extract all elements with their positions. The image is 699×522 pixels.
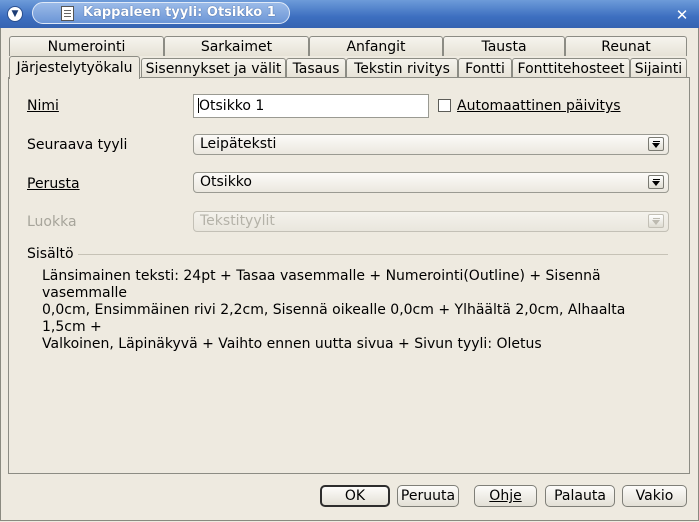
category-label: Luokka: [27, 214, 77, 230]
name-value: Otsikko 1: [199, 98, 265, 114]
based-on-select[interactable]: Otsikko: [193, 172, 669, 193]
next-style-label: Seuraava tyyli: [27, 137, 128, 153]
tab-fonttitehosteet[interactable]: Fonttitehosteet: [512, 58, 630, 78]
window-title: Kappaleen tyyli: Otsikko 1: [83, 5, 276, 20]
tab-jarjestelytyokalu[interactable]: Järjestelytyökalu: [9, 56, 140, 79]
auto-update-checkbox[interactable]: [438, 99, 451, 112]
title-bar: ▼ Kappaleen tyyli: Otsikko 1 ✕: [0, 0, 699, 28]
cancel-button[interactable]: Peruuta: [397, 485, 459, 507]
name-input[interactable]: Otsikko 1: [193, 94, 429, 118]
contents-heading: Sisältö: [27, 246, 74, 262]
ok-button[interactable]: OK: [320, 485, 390, 507]
close-icon[interactable]: ✕: [675, 8, 689, 23]
section-divider: [78, 254, 668, 255]
contents-line-1: Länsimainen teksti: 24pt + Tasaa vasemma…: [42, 268, 601, 301]
contents-line-2: 0,0cm, Ensimmäinen rivi 2,2cm, Sisennä o…: [42, 302, 626, 335]
tab-sisennykset-ja-valit[interactable]: Sisennykset ja välit: [141, 58, 286, 78]
dropdown-arrow-icon: [648, 214, 664, 228]
category-select: Tekstityylit: [193, 211, 669, 232]
tab-anfangit[interactable]: Anfangit: [309, 36, 443, 56]
dropdown-arrow-icon[interactable]: [648, 137, 664, 151]
auto-update-label[interactable]: Automaattinen päivitys: [457, 98, 621, 114]
help-button[interactable]: Ohje: [474, 485, 537, 507]
next-style-select[interactable]: Leipäteksti: [193, 134, 669, 155]
tab-tausta[interactable]: Tausta: [443, 36, 565, 56]
tab-numerointi[interactable]: Numerointi: [9, 36, 164, 56]
next-style-value: Leipäteksti: [200, 136, 277, 152]
category-value: Tekstityylit: [200, 213, 275, 229]
tab-tasaus[interactable]: Tasaus: [286, 58, 346, 78]
title-pill: Kappaleen tyyli: Otsikko 1: [32, 2, 290, 24]
window-menu-icon[interactable]: ▼: [7, 6, 23, 22]
document-icon: [61, 6, 74, 21]
tab-sijainti[interactable]: Sijainti: [630, 58, 687, 78]
contents-description: Länsimainen teksti: 24pt + Tasaa vasemma…: [42, 268, 667, 353]
based-on-label: Perusta: [27, 176, 80, 192]
based-on-value: Otsikko: [200, 174, 252, 190]
contents-line-3: Valkoinen, Läpinäkyvä + Vaihto ennen uut…: [42, 336, 542, 352]
dropdown-arrow-icon[interactable]: [648, 175, 664, 189]
standard-button[interactable]: Vakio: [622, 485, 687, 507]
tab-fontti[interactable]: Fontti: [458, 58, 512, 78]
reset-button[interactable]: Palauta: [545, 485, 615, 507]
name-label: Nimi: [27, 98, 59, 114]
tab-tekstin-rivitys[interactable]: Tekstin rivitys: [346, 58, 458, 78]
tab-sarkaimet[interactable]: Sarkaimet: [164, 36, 309, 56]
tab-reunat[interactable]: Reunat: [565, 36, 687, 56]
